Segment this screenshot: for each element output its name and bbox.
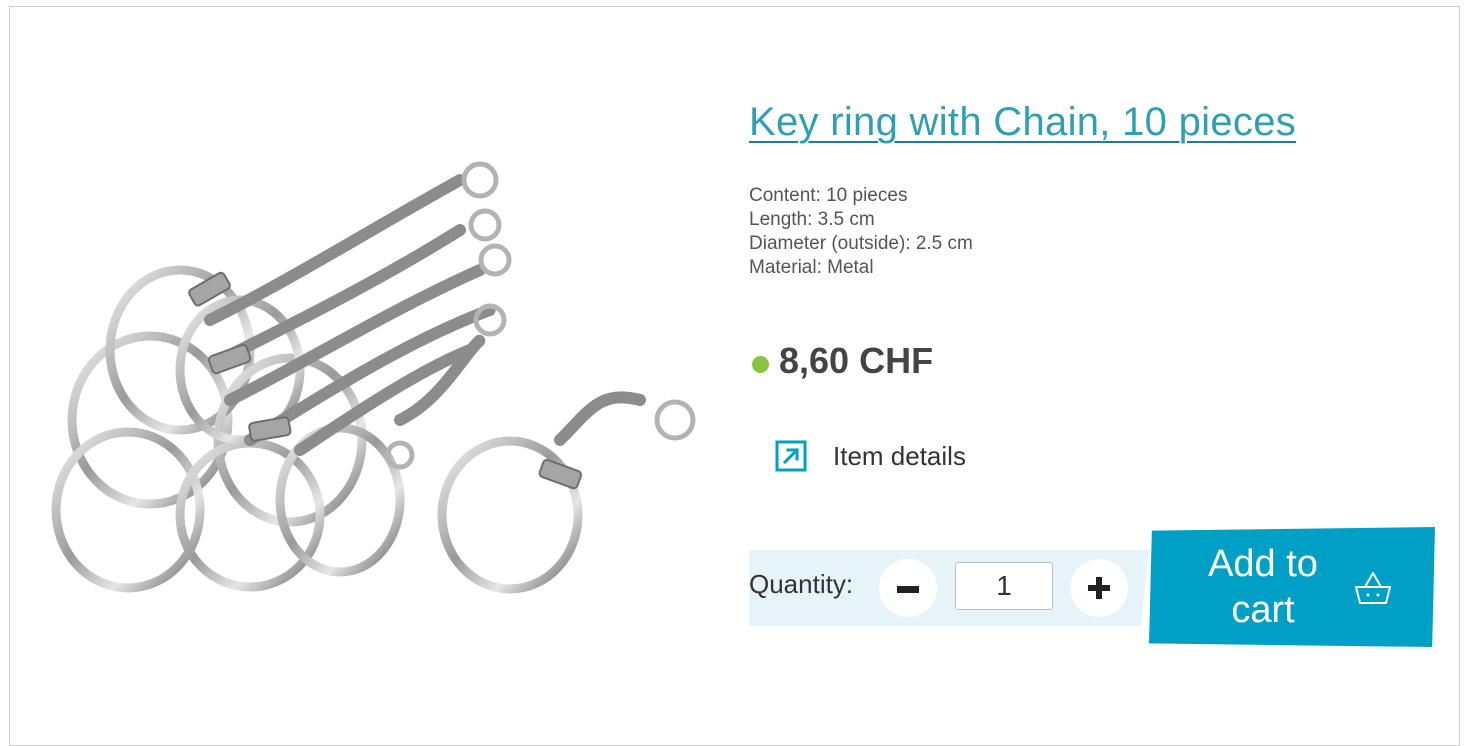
minus-icon bbox=[897, 586, 919, 593]
spec-material: Material: Metal bbox=[749, 257, 874, 278]
item-details-label: Item details bbox=[833, 440, 966, 471]
product-image bbox=[51, 161, 696, 594]
product-specs: Content: 10 pieces Length: 3.5 cm Diamet… bbox=[749, 184, 973, 280]
plus-icon bbox=[1088, 577, 1110, 599]
basket-icon bbox=[1355, 572, 1391, 604]
spec-content: Content: 10 pieces bbox=[749, 185, 908, 206]
price: 8,60 CHF bbox=[779, 340, 934, 381]
product-title[interactable]: Key ring with Chain, 10 pieces bbox=[749, 100, 1296, 145]
stock-status-dot bbox=[752, 355, 769, 373]
price-row: 8,60 CHF bbox=[752, 340, 933, 382]
quantity-label: Quantity: bbox=[749, 569, 854, 599]
add-to-cart-label: Add to cart bbox=[1208, 543, 1318, 631]
external-link-icon bbox=[775, 440, 807, 472]
spec-diameter: Diameter (outside): 2.5 cm bbox=[749, 233, 973, 254]
item-details-link[interactable]: Item details bbox=[775, 440, 966, 472]
quantity-input[interactable] bbox=[955, 562, 1053, 610]
spec-length: Length: 3.5 cm bbox=[749, 209, 875, 230]
add-to-cart-button[interactable]: Add to cart bbox=[1149, 527, 1435, 647]
quantity-decrease-button[interactable] bbox=[879, 559, 937, 617]
quantity-increase-button[interactable] bbox=[1070, 559, 1128, 617]
